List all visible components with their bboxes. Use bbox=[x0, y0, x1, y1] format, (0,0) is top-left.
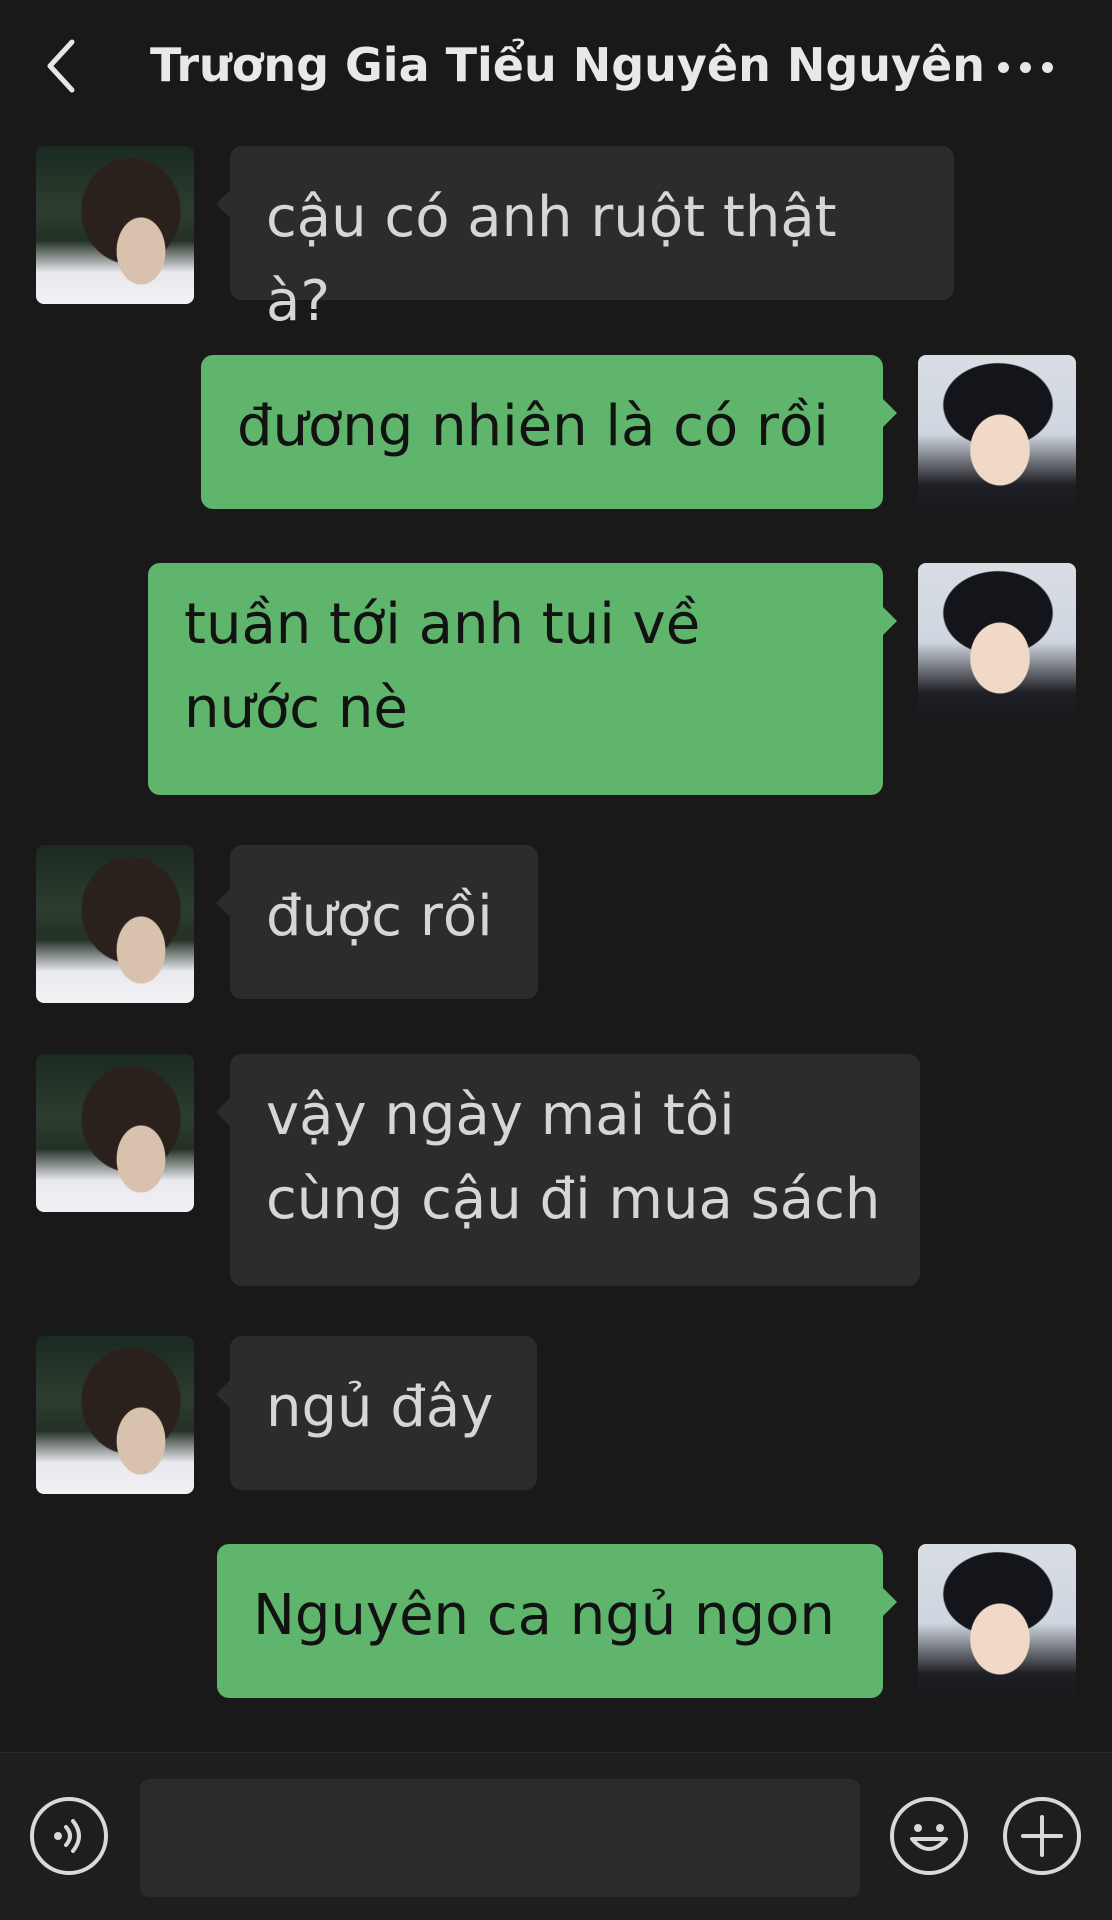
friend-avatar[interactable] bbox=[36, 1336, 194, 1494]
message-bubble-incoming[interactable]: vậy ngày mai tôi cùng cậu đi mua sách bbox=[216, 1054, 920, 1286]
more-button[interactable] bbox=[990, 40, 1060, 90]
add-button[interactable] bbox=[1003, 1797, 1081, 1875]
chevron-left-icon bbox=[47, 39, 75, 93]
message-bubble-incoming[interactable]: được rồi bbox=[216, 845, 538, 999]
message-bubble-incoming[interactable]: cậu có anh ruột thật à? bbox=[216, 146, 954, 334]
message-bubble-outgoing[interactable]: đương nhiên là có rồi bbox=[201, 355, 897, 509]
friend-avatar[interactable] bbox=[36, 146, 194, 304]
my-avatar[interactable] bbox=[918, 355, 1076, 513]
my-avatar[interactable] bbox=[918, 1544, 1076, 1702]
chat-header: Trương Gia Tiểu Nguyên Nguyên bbox=[0, 0, 1112, 135]
message-bubble-outgoing[interactable]: Nguyên ca ngủ ngon bbox=[217, 1544, 897, 1698]
message-bubble-incoming[interactable]: ngủ đây bbox=[216, 1336, 537, 1490]
plus-icon bbox=[1021, 1815, 1063, 1857]
voice-button[interactable] bbox=[30, 1797, 108, 1875]
message-input[interactable] bbox=[140, 1779, 860, 1897]
my-avatar[interactable] bbox=[918, 563, 1076, 721]
composer-bar bbox=[0, 1752, 1112, 1920]
emoji-button[interactable] bbox=[890, 1797, 968, 1875]
friend-avatar[interactable] bbox=[36, 845, 194, 1003]
chat-screen: Trương Gia Tiểu Nguyên Nguyên cậu có anh… bbox=[0, 0, 1112, 1920]
chat-title: Trương Gia Tiểu Nguyên Nguyên bbox=[150, 38, 985, 92]
friend-avatar[interactable] bbox=[36, 1054, 194, 1212]
back-button[interactable] bbox=[38, 30, 98, 100]
voice-icon bbox=[54, 1819, 81, 1853]
more-dots-icon bbox=[998, 62, 1009, 73]
emoji-icon bbox=[910, 1824, 948, 1851]
message-bubble-outgoing[interactable]: tuần tới anh tui về nước nè bbox=[148, 563, 897, 795]
